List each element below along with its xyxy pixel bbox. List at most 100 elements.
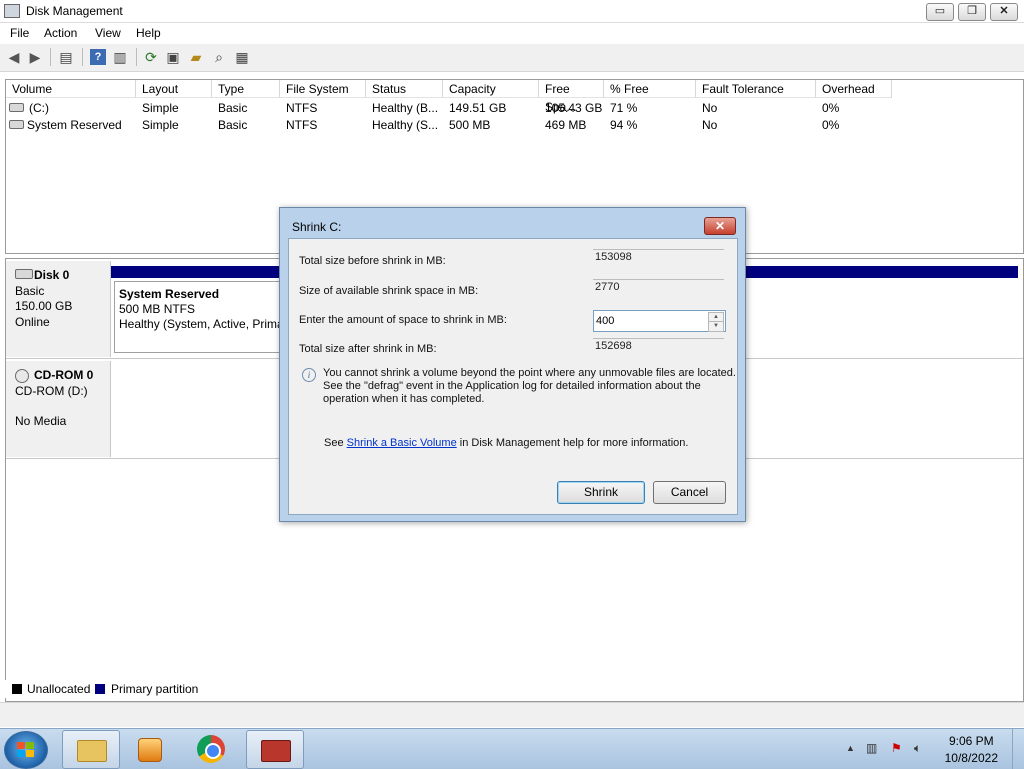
network-icon[interactable]: ▥ (866, 741, 877, 755)
help-prefix: See (324, 437, 344, 449)
column-status[interactable]: Status (366, 80, 443, 98)
partition-size: 500 MB NTFS (119, 302, 196, 316)
info-text-line-1: You cannot shrink a volume beyond the po… (323, 367, 736, 379)
partition-status: Healthy (System, Active, Prima (119, 317, 284, 331)
refresh-icon[interactable]: ⟳ (143, 49, 159, 65)
column-fault-tolerance[interactable]: Fault Tolerance (696, 80, 816, 98)
clock-time: 9:06 PM (948, 734, 994, 748)
help-sentence: See Shrink a Basic Volume in Disk Manage… (324, 437, 688, 449)
menu-view[interactable]: View (95, 26, 121, 40)
dialog-title: Shrink C: (292, 220, 342, 234)
volume-free-space: 105.43 GB (545, 101, 603, 115)
legend-unallocated: Unallocated (27, 682, 91, 696)
shrink-help-link[interactable]: Shrink a Basic Volume (347, 437, 457, 449)
info-text-line-2: See the "defrag" event in the Applicatio… (323, 380, 701, 392)
volume-layout: Simple (142, 101, 179, 115)
clock-date: 10/8/2022 (944, 751, 998, 765)
explorer-taskbar-button[interactable] (62, 730, 120, 769)
disk-0-size: 150.00 GB (15, 299, 73, 313)
column-layout[interactable]: Layout (136, 80, 212, 98)
system-reserved-partition[interactable]: System Reserved 500 MB NTFS Healthy (Sys… (114, 281, 286, 353)
rescan-icon[interactable]: ▣ (165, 49, 181, 65)
windows-logo-icon (17, 742, 34, 757)
close-button[interactable]: ✕ (990, 3, 1018, 21)
minimize-button[interactable]: ▭ (926, 3, 954, 21)
column-free-space[interactable]: Free Spa... (539, 80, 604, 114)
volume-capacity: 149.51 GB (449, 101, 507, 115)
available-space-label: Size of available shrink space in MB: (299, 285, 479, 297)
settings-icon[interactable]: ▦ (234, 49, 250, 65)
info-text-line-3: operation when it has completed. (323, 393, 485, 405)
back-icon[interactable]: ◀ (6, 49, 22, 65)
column-overhead[interactable]: Overhead (816, 80, 892, 98)
primary-partition-swatch (95, 684, 105, 694)
start-button[interactable] (4, 731, 48, 769)
volume-layout: Simple (142, 118, 179, 132)
dialog-body: Total size before shrink in MB: 153098 S… (288, 238, 738, 515)
legend: Unallocated Primary partition (5, 680, 1022, 698)
disk-0-name: Disk 0 (34, 268, 70, 282)
shrink-dialog: Shrink C: ✕ Total size before shrink in … (279, 207, 746, 522)
title-bar: Disk Management ▭ ❐ ✕ (0, 0, 1024, 23)
show-desktop-button[interactable] (1012, 729, 1024, 769)
cdrom-icon (15, 369, 29, 383)
menu-file[interactable]: File (10, 26, 29, 40)
restore-button[interactable]: ❐ (958, 3, 986, 21)
volume-icon (9, 120, 24, 129)
volume-status: Healthy (B... (372, 101, 439, 115)
console-icon[interactable]: ▥ (112, 49, 128, 65)
column-file-system[interactable]: File System (280, 80, 366, 98)
partition-name: System Reserved (119, 287, 220, 301)
toolbar-separator (50, 48, 51, 66)
column-capacity[interactable]: Capacity (443, 80, 539, 98)
toolbox-icon (261, 740, 291, 762)
toolbar-separator (82, 48, 83, 66)
menu-action[interactable]: Action (44, 26, 77, 40)
media-player-taskbar-button[interactable] (122, 730, 178, 767)
volume-fault-tolerance: No (702, 118, 718, 132)
volume-name[interactable]: (C:) (29, 101, 49, 115)
cdrom-0-label[interactable]: CD-ROM 0 CD-ROM (D:) No Media (6, 361, 111, 457)
cancel-button[interactable]: Cancel (653, 481, 726, 504)
shrink-amount-spinbox[interactable]: ▲ ▼ (593, 310, 726, 332)
total-after-value: 152698 (593, 338, 724, 358)
menu-bar: File Action View Help (0, 23, 1024, 43)
shrink-button[interactable]: Shrink (557, 481, 645, 504)
disk-0-status: Online (15, 315, 50, 329)
chrome-icon-center (205, 743, 221, 759)
help-suffix: in Disk Management help for more informa… (459, 437, 689, 449)
info-icon: i (302, 368, 316, 382)
column-volume[interactable]: Volume (6, 80, 136, 98)
volume-name[interactable]: System Reserved (27, 118, 122, 132)
status-bar (0, 702, 1024, 727)
spin-down-icon[interactable]: ▼ (708, 321, 724, 332)
volume-capacity: 500 MB (449, 118, 491, 132)
cdrom-0-status: No Media (15, 414, 67, 428)
volume-overhead: 0% (822, 118, 840, 132)
column-percent-free[interactable]: % Free (604, 80, 696, 98)
forward-icon[interactable]: ▶ (27, 49, 43, 65)
open-icon[interactable]: ▰ (188, 49, 204, 65)
volume-icon (9, 103, 24, 112)
disk-management-taskbar-button[interactable] (246, 730, 304, 769)
volume-icon[interactable]: 🔈︎ (914, 741, 921, 756)
clock[interactable]: 9:06 PM 10/8/2022 (945, 734, 998, 765)
disk-0-label[interactable]: Disk 0 Basic 150.00 GB Online (6, 261, 111, 357)
total-before-value: 153098 (593, 249, 724, 269)
disk-0-type: Basic (15, 284, 45, 298)
search-icon[interactable]: ⌕ (211, 49, 227, 65)
column-type[interactable]: Type (212, 80, 280, 98)
action-center-icon[interactable]: ⚑ (891, 741, 902, 755)
dialog-close-button[interactable]: ✕ (704, 217, 736, 235)
properties-icon[interactable]: ▤ (58, 49, 74, 65)
cdrom-0-name: CD-ROM 0 (34, 368, 94, 382)
legend-primary-partition: Primary partition (111, 682, 199, 696)
shrink-amount-input[interactable] (594, 311, 708, 331)
tray-expand-icon[interactable]: ▲ (846, 743, 855, 753)
help-icon[interactable]: ? (90, 49, 106, 65)
volume-percent-free: 94 % (610, 118, 638, 132)
total-before-label: Total size before shrink in MB: (299, 255, 446, 267)
chrome-taskbar-button[interactable] (184, 730, 240, 767)
taskbar: ▲ ▥ ⚑ 🔈︎ 9:06 PM 10/8/2022 (0, 728, 1024, 769)
menu-help[interactable]: Help (136, 26, 161, 40)
